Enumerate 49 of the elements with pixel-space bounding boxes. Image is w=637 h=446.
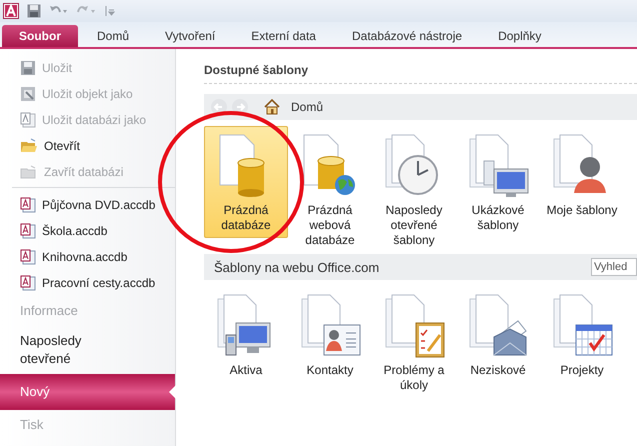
backstage-tab[interactable]: Naposledy otevřené	[0, 326, 175, 374]
home-icon[interactable]	[264, 99, 280, 115]
folder-icon	[20, 138, 38, 154]
ribbon-tab[interactable]: Databázové nástroje	[334, 25, 480, 47]
ribbon-tab[interactable]: Doplňky	[481, 25, 558, 47]
back-icon[interactable]	[210, 98, 228, 116]
save-icon[interactable]	[27, 4, 41, 18]
template-tile[interactable]: Aktiva	[204, 286, 288, 379]
template-tile[interactable]: Moje šablony	[540, 126, 624, 219]
template-label: Neziskové	[469, 363, 527, 378]
recent-file[interactable]: Půjčovna DVD.accdb	[0, 192, 175, 218]
template-label: Kontakty	[306, 363, 354, 378]
recent-file[interactable]: Knihovna.accdb	[0, 244, 175, 270]
template-tile[interactable]: Projekty	[540, 286, 624, 379]
template-tile[interactable]: Neziskové	[456, 286, 540, 379]
section-heading: Dostupné šablony	[204, 63, 637, 84]
search-field[interactable]: Vyhled	[591, 258, 637, 276]
database-file-icon	[20, 112, 36, 128]
template-label: Moje šablony	[546, 203, 618, 218]
database-file-icon	[20, 249, 36, 265]
template-label: Problémy a úkoly	[382, 363, 446, 393]
recent-file[interactable]: Pracovní cesty.accdb	[0, 270, 175, 296]
template-tile[interactable]: Problémy a úkoly	[372, 286, 456, 394]
template-label: Projekty	[559, 363, 605, 378]
backstage-tab[interactable]: Nový	[0, 374, 175, 410]
ribbon-tab[interactable]: Externí data	[234, 25, 333, 47]
template-tile[interactable]: Kontakty	[288, 286, 372, 379]
ribbon-tab[interactable]: Vytvoření	[148, 25, 232, 47]
section-title: Šablony na webu Office.com	[214, 260, 380, 274]
database-file-icon	[20, 223, 36, 239]
template-tile[interactable]: Ukázkové šablony	[456, 126, 540, 234]
template-tile[interactable]: Naposledy otevřené šablony	[372, 126, 456, 249]
recent-file[interactable]: Škola.accdb	[0, 218, 175, 244]
location-label: Domů	[291, 100, 324, 114]
template-label: Prázdná databáze	[220, 203, 272, 233]
app-logo-icon	[3, 3, 19, 19]
template-tile[interactable]: Prázdná databáze	[204, 126, 288, 238]
template-label: Naposledy otevřené šablony	[384, 203, 444, 248]
database-file-icon	[20, 275, 36, 291]
folder-icon	[20, 164, 38, 180]
template-tile[interactable]: Prázdná webová databáze	[288, 126, 372, 249]
template-label: Ukázkové šablony	[470, 203, 526, 233]
template-label: Prázdná webová databáze	[304, 203, 356, 248]
template-label: Aktiva	[228, 363, 264, 378]
database-file-icon	[20, 197, 36, 213]
menu-item[interactable]: Otevřít	[0, 133, 175, 159]
ribbon-tab[interactable]: Soubor	[2, 25, 78, 47]
ribbon-tab[interactable]: Domů	[80, 25, 146, 47]
save-object-icon	[20, 86, 36, 102]
